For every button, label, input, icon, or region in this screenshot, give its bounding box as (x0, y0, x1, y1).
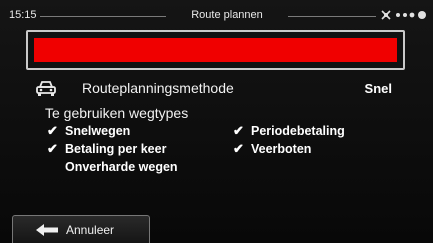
road-type-label: Snelwegen (65, 124, 131, 138)
road-type-onverharde-wegen[interactable]: Onverharde wegen (47, 159, 178, 175)
progress-bar (26, 30, 405, 70)
title-divider-left (40, 16, 166, 17)
satellite-icon (381, 10, 391, 20)
status-bar: 15:15 Route plannen (0, 0, 433, 30)
check-icon: ✔ (233, 123, 244, 138)
progress-bar-fill (34, 38, 397, 62)
back-arrow-icon (36, 224, 58, 236)
check-icon: ✔ (233, 141, 244, 156)
screen-title: Route plannen (191, 9, 263, 21)
title-divider-right (288, 16, 376, 17)
cancel-button[interactable]: Annuleer (12, 215, 150, 243)
road-type-periodebetaling[interactable]: ✔ Periodebetaling (233, 123, 345, 139)
routing-method-value: Snel (364, 81, 392, 96)
check-icon: ✔ (47, 141, 58, 156)
road-type-label: Onverharde wegen (65, 160, 178, 174)
road-type-label: Periodebetaling (251, 124, 345, 138)
routing-method-row[interactable]: Routeplanningsmethode Snel (35, 80, 410, 100)
car-icon (36, 81, 56, 96)
check-icon: ✔ (47, 123, 58, 138)
road-type-label: Veerboten (251, 142, 312, 156)
road-types-heading: Te gebruiken wegtypes (45, 105, 189, 121)
road-type-snelwegen[interactable]: ✔ Snelwegen (47, 123, 130, 139)
routing-method-label: Routeplanningsmethode (82, 80, 234, 96)
road-type-betaling-per-keer[interactable]: ✔ Betaling per keer (47, 141, 166, 157)
route-planning-screen: 15:15 Route plannen Routeplanningsmethod… (0, 0, 433, 243)
cancel-button-label: Annuleer (66, 223, 115, 237)
clock: 15:15 (9, 9, 37, 21)
status-icons (380, 8, 428, 22)
road-type-veerboten[interactable]: ✔ Veerboten (233, 141, 311, 157)
signal-dots-icon (396, 11, 426, 19)
road-type-label: Betaling per keer (65, 142, 167, 156)
